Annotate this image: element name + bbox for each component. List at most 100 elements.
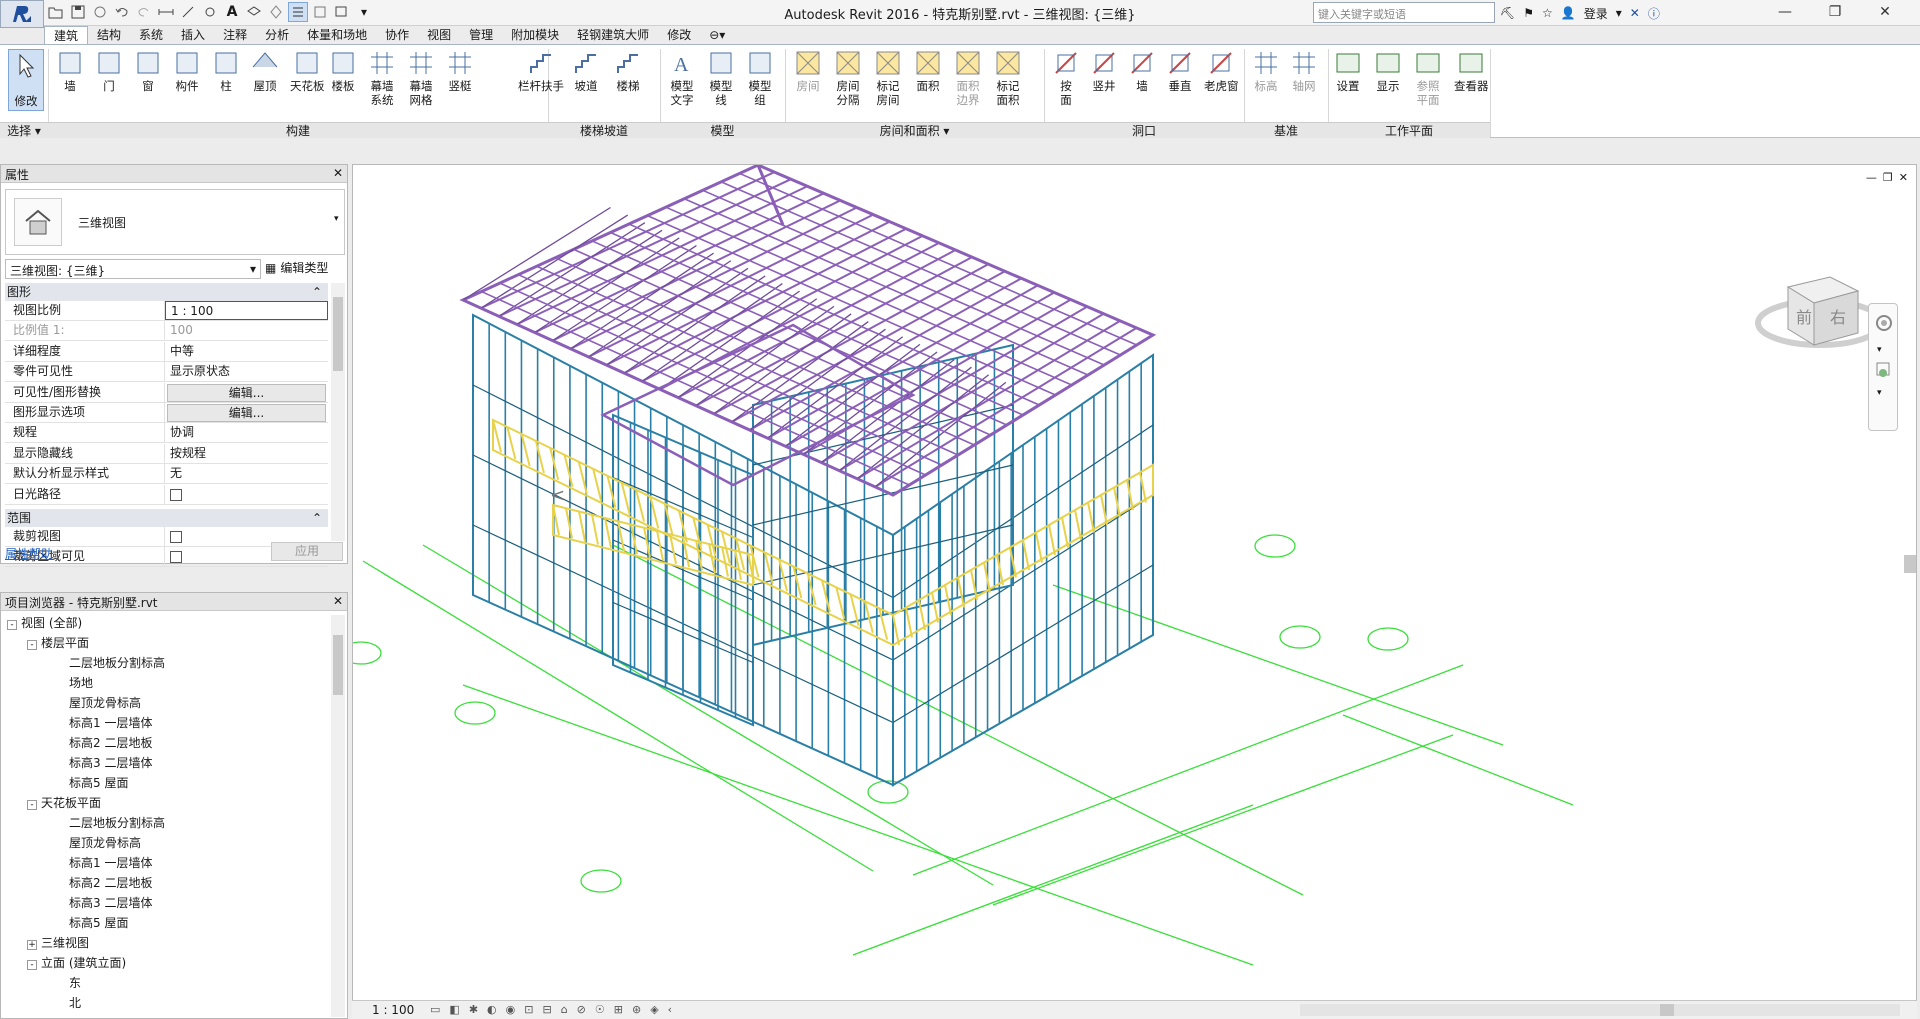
room-button-1[interactable]: 房间 分隔 <box>834 49 862 107</box>
reveal-hidden-icon[interactable]: ☉ <box>595 1003 605 1016</box>
property-value[interactable]: 100 <box>165 321 328 340</box>
workplane-button-1[interactable]: 显示 <box>1374 49 1402 93</box>
tab-8[interactable]: 视图 <box>418 26 460 45</box>
collapse-icon[interactable]: ⌃ <box>312 509 322 527</box>
workplane-button-3[interactable]: 查看器 <box>1454 49 1489 93</box>
property-value[interactable]: 按规程 <box>165 444 328 463</box>
collapse-icon[interactable]: - <box>27 800 37 810</box>
stair-button-1[interactable]: 坡道 <box>572 49 600 93</box>
tab-7[interactable]: 协作 <box>376 26 418 45</box>
tree-item-ceiling-plan[interactable]: 屋顶龙骨标高 <box>69 833 141 853</box>
build-button-4[interactable]: 柱 <box>212 49 240 93</box>
build-button-2[interactable]: 窗 <box>134 49 162 93</box>
sun-path-icon[interactable]: ✱ <box>469 1003 478 1016</box>
text-icon[interactable]: A <box>222 2 242 22</box>
tree-item-floor-plan[interactable]: 标高2 二层地板 <box>69 733 152 753</box>
room-button-3[interactable]: 面积 <box>914 49 942 93</box>
lock-3d-icon[interactable]: ⌂ <box>561 1003 568 1016</box>
build-button-5[interactable]: 屋顶 <box>251 49 279 93</box>
workplane-button-2[interactable]: 参照 平面 <box>1414 49 1442 107</box>
binoculars-icon[interactable]: ⛏ <box>1500 6 1515 20</box>
save-icon[interactable] <box>68 2 88 22</box>
modify-button[interactable]: 修改 <box>8 49 44 111</box>
crop-region-icon[interactable]: ⊟ <box>542 1003 551 1016</box>
browser-scrollbar[interactable] <box>331 615 345 1017</box>
checkbox[interactable] <box>170 551 182 564</box>
restore-view-icon[interactable]: ❐ <box>1883 171 1893 184</box>
search-input[interactable]: 键入关键字或短语 <box>1313 2 1495 23</box>
expand-icon[interactable]: + <box>27 940 37 950</box>
horizontal-scrollbar[interactable] <box>1300 1004 1900 1016</box>
build-button-6[interactable]: 天花板 <box>290 49 325 93</box>
instance-selector[interactable]: 三维视图: {三维} ▾ <box>5 259 261 279</box>
tree-elevations[interactable]: - 立面 (建筑立面) <box>27 953 126 973</box>
tree-item-elevation[interactable]: 东 <box>69 973 81 993</box>
tab-4[interactable]: 注释 <box>214 26 256 45</box>
collapse-icon[interactable]: - <box>27 960 37 970</box>
collapse-icon[interactable]: - <box>27 640 37 650</box>
minimize-button[interactable]: — <box>1760 0 1810 24</box>
edit-button[interactable]: 编辑... <box>167 404 326 422</box>
tab-6[interactable]: 体量和场地 <box>298 26 376 45</box>
3d-model-canvas[interactable] <box>340 163 1918 1001</box>
sync-icon[interactable] <box>90 2 110 22</box>
type-selector[interactable]: 三维视图 ▾ <box>5 189 345 255</box>
property-value[interactable]: 无 <box>165 464 328 483</box>
login-label[interactable]: 登录 <box>1584 5 1608 22</box>
opening-button-0[interactable]: 按面 <box>1052 49 1080 107</box>
datum-button-0[interactable]: 标高 <box>1252 49 1280 93</box>
property-value[interactable]: 显示原状态 <box>165 362 328 381</box>
zoom-region-icon[interactable] <box>1875 361 1891 382</box>
tab-1[interactable]: 结构 <box>88 26 130 45</box>
collapse-icon[interactable]: - <box>7 620 17 630</box>
tree-item-ceiling-plan[interactable]: 标高5 屋面 <box>69 913 128 933</box>
chevron-down-icon[interactable]: ▾ <box>1877 345 1889 355</box>
property-value[interactable]: 1 : 100 <box>165 301 328 320</box>
property-value[interactable]: 编辑... <box>165 383 328 402</box>
user-icon[interactable]: 👤 <box>1561 6 1576 20</box>
chevron-down-icon[interactable]: ▾ <box>1877 388 1889 398</box>
open-icon[interactable] <box>46 2 66 22</box>
properties-scrollbar[interactable] <box>331 283 345 541</box>
property-value[interactable] <box>165 485 328 504</box>
stair-button-0[interactable]: 栏杆扶手 <box>518 49 564 93</box>
opening-button-1[interactable]: 竖井 <box>1090 49 1118 93</box>
default-3d-view-icon[interactable] <box>244 2 264 22</box>
property-value[interactable]: 协调 <box>165 423 328 442</box>
crop-view-icon[interactable]: ⊡ <box>524 1003 533 1016</box>
highlight-displacement-icon[interactable]: ◈ <box>650 1003 658 1016</box>
undo-icon[interactable] <box>112 2 132 22</box>
measure-icon[interactable] <box>156 2 176 22</box>
build-button-10[interactable]: 竖梃 <box>446 49 474 93</box>
datum-button-1[interactable]: 轴网 <box>1290 49 1318 93</box>
opening-button-2[interactable]: 墙 <box>1128 49 1156 93</box>
tree-root-views[interactable]: - 视图 (全部) <box>7 613 82 633</box>
properties-help-link[interactable]: 属性帮助 <box>5 545 53 562</box>
build-button-3[interactable]: 构件 <box>173 49 201 93</box>
room-button-0[interactable]: 房间 <box>794 49 822 93</box>
subscription-icon[interactable]: ⚑ <box>1523 6 1534 20</box>
aligned-dimension-icon[interactable] <box>178 2 198 22</box>
tag-icon[interactable] <box>200 2 220 22</box>
collapse-icon[interactable]: ⌃ <box>312 283 322 301</box>
tree-item-floor-plan[interactable]: 二层地板分割标高 <box>69 653 165 673</box>
tree-item-ceiling-plan[interactable]: 二层地板分割标高 <box>69 813 165 833</box>
model-button-1[interactable]: 模型线 <box>707 49 735 107</box>
chevron-down-icon[interactable]: ▾ <box>1616 6 1622 20</box>
minimize-view-icon[interactable]: — <box>1866 171 1877 184</box>
stair-button-2[interactable]: 楼梯 <box>614 49 642 93</box>
tab-12[interactable]: 修改 <box>658 26 700 45</box>
property-value[interactable]: 编辑... <box>165 403 328 422</box>
close-icon[interactable]: ✕ <box>333 594 343 609</box>
build-button-0[interactable]: 墙 <box>56 49 84 93</box>
workplane-button-0[interactable]: 设置 <box>1334 49 1362 93</box>
tree-ceiling-plans[interactable]: - 天花板平面 <box>27 793 101 813</box>
visual-style-icon[interactable]: ◧ <box>449 1003 459 1016</box>
model-button-0[interactable]: A 模型 文字 <box>668 49 696 107</box>
close-icon[interactable]: ✕ <box>333 166 343 181</box>
close-button[interactable]: ✕ <box>1860 0 1910 24</box>
tab-9[interactable]: 管理 <box>460 26 502 45</box>
tree-item-ceiling-plan[interactable]: 标高3 二层墙体 <box>69 893 152 913</box>
shadows-icon[interactable]: ◐ <box>487 1003 497 1016</box>
section-graphics[interactable]: 图形 ⌃ <box>5 283 328 301</box>
